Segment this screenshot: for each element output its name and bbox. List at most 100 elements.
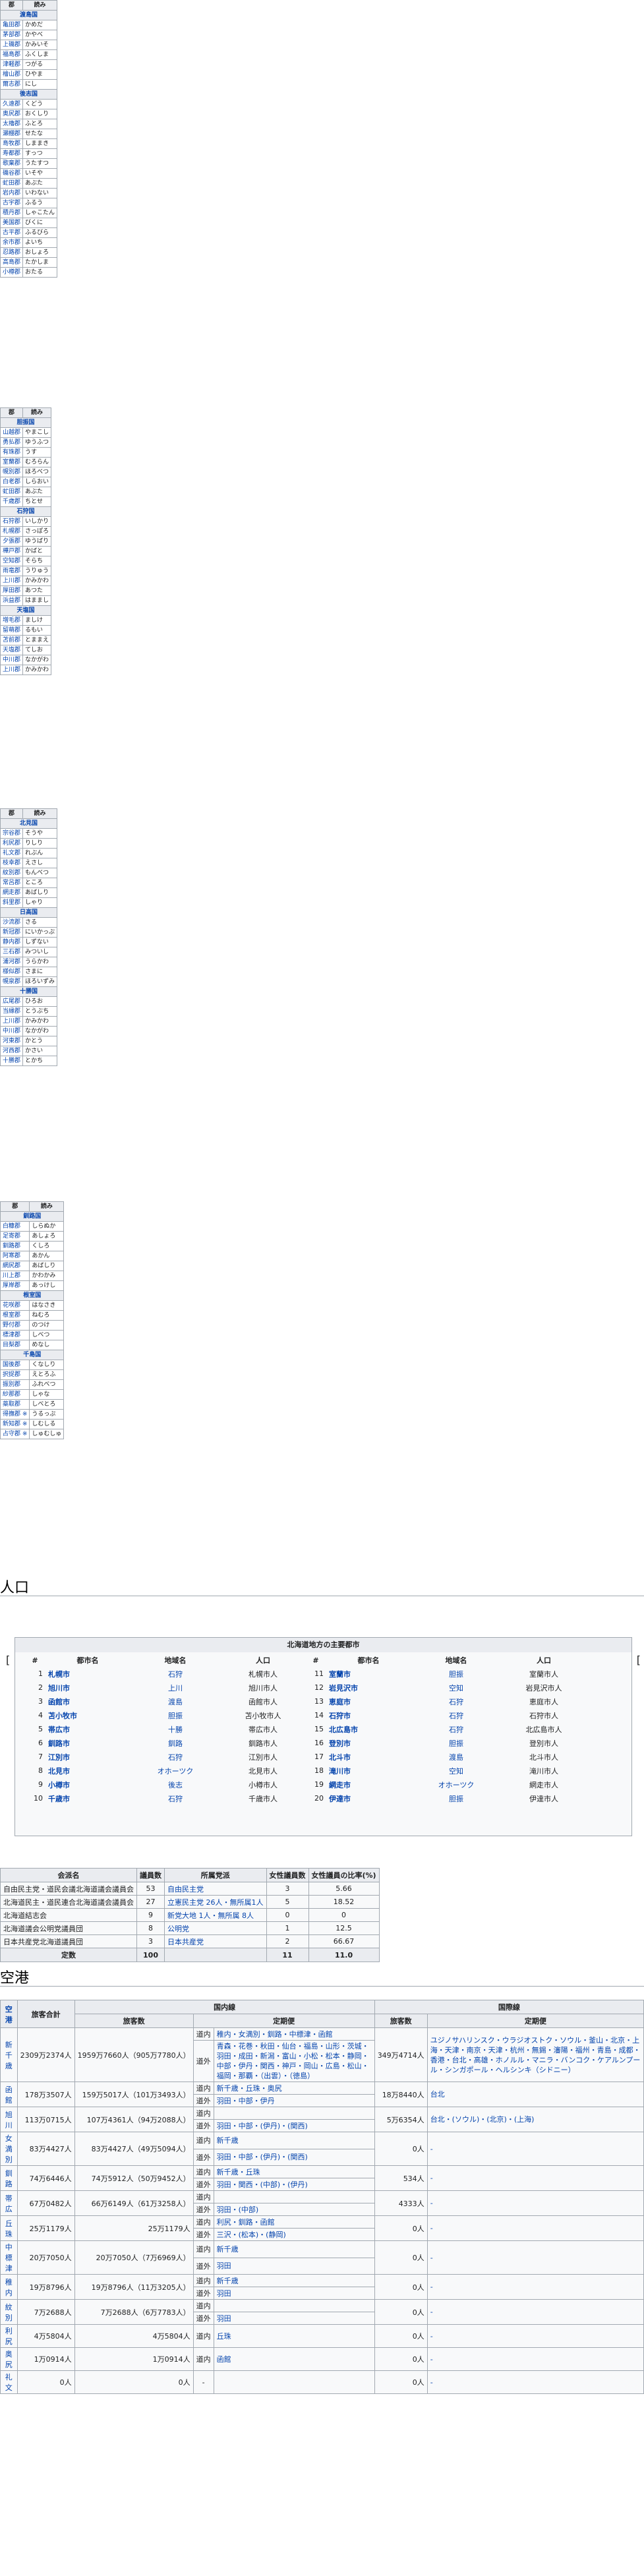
district-name[interactable]: 古平郡: [0, 227, 24, 238]
international-routes[interactable]: 台北: [426, 2082, 644, 2107]
next-arrow[interactable]: [: [637, 1654, 641, 1666]
airport-name[interactable]: 礼文: [0, 2370, 18, 2394]
subprefecture[interactable]: 石狩: [130, 1667, 221, 1681]
district-name[interactable]: 古宇郡: [0, 198, 24, 208]
route-list[interactable]: 稚内・女満別・釧路・中標津・函館: [213, 2027, 375, 2041]
route-list[interactable]: 羽田: [213, 2257, 375, 2275]
district-name[interactable]: 浦河郡: [0, 957, 24, 967]
province-header[interactable]: 日高国: [0, 907, 58, 918]
international-routes[interactable]: -: [426, 2165, 644, 2191]
province-header[interactable]: 千島国: [0, 1350, 65, 1360]
route-list[interactable]: 羽田・中部・伊丹: [213, 2094, 375, 2107]
district-name[interactable]: 歌棄郡: [0, 158, 24, 169]
city-name[interactable]: 恵庭市: [326, 1694, 411, 1708]
subprefecture[interactable]: 胆振: [130, 1708, 221, 1722]
route-list[interactable]: 新千歳: [213, 2240, 375, 2258]
subprefecture[interactable]: 十勝: [130, 1722, 221, 1736]
route-list[interactable]: 新千歳・丘珠・奥尻: [213, 2082, 375, 2095]
district-name[interactable]: 網尻郡: [0, 1261, 30, 1271]
city-name[interactable]: 帯広市: [45, 1722, 130, 1736]
airport-name[interactable]: 稚内: [0, 2274, 18, 2300]
district-name[interactable]: 奥尻郡: [0, 109, 24, 119]
district-name[interactable]: 紋別郡: [0, 868, 24, 878]
city-name[interactable]: 滝川市: [326, 1764, 411, 1778]
party[interactable]: 立憲民主党 26人・無所属1人: [164, 1895, 267, 1909]
province-header[interactable]: 北見国: [0, 818, 58, 829]
airport-name[interactable]: 女満別: [0, 2132, 18, 2166]
district-name[interactable]: 択捉郡: [0, 1369, 30, 1380]
international-routes[interactable]: -: [426, 2215, 644, 2241]
subprefecture[interactable]: 上川: [130, 1681, 221, 1694]
district-name[interactable]: 千歳郡: [0, 496, 24, 507]
city-name[interactable]: 登別市: [326, 1736, 411, 1750]
district-name[interactable]: 茅部郡: [0, 30, 24, 40]
district-name[interactable]: 増毛郡: [0, 615, 24, 626]
district-name[interactable]: 河西郡: [0, 1046, 24, 1056]
district-name[interactable]: 虻田郡: [0, 487, 24, 497]
district-name[interactable]: 阿寒郡: [0, 1251, 30, 1261]
subprefecture[interactable]: 石狩: [411, 1722, 502, 1736]
subprefecture[interactable]: 胆振: [411, 1736, 502, 1750]
subprefecture[interactable]: 石狩: [411, 1708, 502, 1722]
district-name[interactable]: 雨竜郡: [0, 566, 24, 576]
district-name[interactable]: 花咲郡: [0, 1300, 30, 1311]
subprefecture[interactable]: 渡島: [411, 1750, 502, 1764]
district-name[interactable]: 三石郡: [0, 947, 24, 957]
district-name[interactable]: 積丹郡: [0, 208, 24, 218]
district-name[interactable]: 白糠郡: [0, 1221, 30, 1232]
subprefecture[interactable]: 後志: [130, 1778, 221, 1791]
province-header[interactable]: 渡島国: [0, 10, 58, 20]
route-list[interactable]: 羽田・中部・(伊丹)・(関西): [213, 2119, 375, 2132]
district-name[interactable]: 天塩郡: [0, 645, 24, 655]
province-header[interactable]: 石狩国: [0, 506, 52, 517]
district-name[interactable]: 幌泉郡: [0, 976, 24, 987]
district-name[interactable]: 釧路郡: [0, 1241, 30, 1251]
route-list[interactable]: 丘珠: [213, 2324, 375, 2348]
district-name[interactable]: 石狩郡: [0, 516, 24, 527]
district-name[interactable]: 久遠郡: [0, 99, 24, 109]
district-name[interactable]: 有珠郡: [0, 447, 24, 458]
district-name[interactable]: 太櫓郡: [0, 119, 24, 129]
subprefecture[interactable]: 石狩: [130, 1750, 221, 1764]
international-routes[interactable]: -: [426, 2240, 644, 2275]
airport-name[interactable]: 奥尻: [0, 2347, 18, 2371]
city-name[interactable]: 苫小牧市: [45, 1708, 130, 1722]
district-name[interactable]: 上川郡: [0, 665, 24, 675]
international-routes[interactable]: -: [426, 2190, 644, 2216]
district-name[interactable]: 札幌郡: [0, 526, 24, 537]
route-list[interactable]: 新千歳: [213, 2274, 375, 2287]
airport-name[interactable]: 丘珠: [0, 2215, 18, 2241]
international-routes[interactable]: -: [426, 2370, 644, 2394]
route-list[interactable]: 新千歳・丘珠: [213, 2165, 375, 2178]
district-name[interactable]: 紗那郡: [0, 1389, 30, 1400]
district-name[interactable]: 足寄郡: [0, 1231, 30, 1242]
district-name[interactable]: 福島郡: [0, 49, 24, 60]
district-name[interactable]: 標津郡: [0, 1330, 30, 1340]
subprefecture[interactable]: 空知: [411, 1681, 502, 1694]
district-name[interactable]: 空知郡: [0, 556, 24, 566]
district-name[interactable]: 斜里郡: [0, 897, 24, 908]
district-name[interactable]: 亀田郡: [0, 20, 24, 30]
city-name[interactable]: 千歳市: [45, 1791, 130, 1805]
district-name[interactable]: 十勝郡: [0, 1056, 24, 1066]
route-list[interactable]: [213, 2370, 375, 2394]
district-name[interactable]: 様似郡: [0, 967, 24, 977]
district-name[interactable]: 静内郡: [0, 937, 24, 947]
province-header[interactable]: 胆振国: [0, 417, 52, 428]
international-routes[interactable]: -: [426, 2274, 644, 2300]
city-name[interactable]: 江別市: [45, 1750, 130, 1764]
district-name[interactable]: 中川郡: [0, 655, 24, 665]
district-name[interactable]: 新冠郡: [0, 927, 24, 938]
international-routes[interactable]: -: [426, 2324, 644, 2348]
route-list[interactable]: 青森・花巻・秋田・仙台・福島・山形・茨城・羽田・成田・新潟・富山・小松・松本・静…: [213, 2040, 375, 2082]
district-name[interactable]: 虻田郡: [0, 178, 24, 189]
international-routes[interactable]: -: [426, 2347, 644, 2371]
district-name[interactable]: 小樽郡: [0, 267, 24, 278]
subprefecture[interactable]: 釧路: [130, 1736, 221, 1750]
city-name[interactable]: 札幌市: [45, 1667, 130, 1681]
city-name[interactable]: 旭川市: [45, 1681, 130, 1694]
city-name[interactable]: 釧路市: [45, 1736, 130, 1750]
subprefecture[interactable]: オホーツク: [411, 1778, 502, 1791]
airport-name[interactable]: 利尻: [0, 2324, 18, 2348]
district-name[interactable]: 勇払郡: [0, 437, 24, 448]
